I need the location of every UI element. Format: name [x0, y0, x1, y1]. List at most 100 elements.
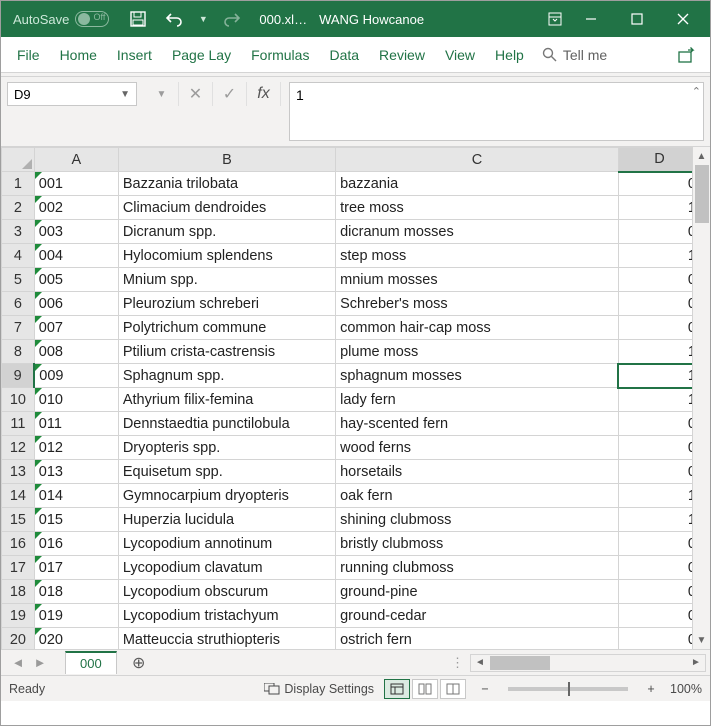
cell[interactable]: dicranum mosses	[336, 220, 619, 244]
row-header[interactable]: 18	[2, 580, 35, 604]
cell[interactable]: Pleurozium schreberi	[118, 292, 335, 316]
row-header[interactable]: 7	[2, 316, 35, 340]
cell[interactable]: 0	[618, 532, 700, 556]
tab-page-layout[interactable]: Page Lay	[162, 37, 241, 73]
cell[interactable]: oak fern	[336, 484, 619, 508]
cell[interactable]: ostrich fern	[336, 628, 619, 650]
view-page-layout-button[interactable]	[412, 679, 438, 699]
cell[interactable]: Hylocomium splendens	[118, 244, 335, 268]
tab-view[interactable]: View	[435, 37, 485, 73]
row-header[interactable]: 5	[2, 268, 35, 292]
cell[interactable]: lady fern	[336, 388, 619, 412]
cell[interactable]: 0	[618, 412, 700, 436]
formula-input[interactable]: 1 ⌃	[289, 82, 704, 141]
cell[interactable]: 005	[34, 268, 118, 292]
cell[interactable]: Ptilium crista-castrensis	[118, 340, 335, 364]
vertical-scrollbar[interactable]: ▲ ▼	[692, 147, 710, 649]
share-button[interactable]	[670, 40, 704, 70]
cell[interactable]: step moss	[336, 244, 619, 268]
spreadsheet-grid[interactable]: A B C D 1001Bazzania trilobatabazzania02…	[1, 147, 710, 649]
cell[interactable]: Schreber's moss	[336, 292, 619, 316]
cell[interactable]: 0	[618, 220, 700, 244]
cell[interactable]: 0	[618, 172, 700, 196]
tab-data[interactable]: Data	[319, 37, 369, 73]
cell[interactable]: Lycopodium obscurum	[118, 580, 335, 604]
scroll-down-icon[interactable]: ▼	[693, 631, 710, 649]
tab-home[interactable]: Home	[50, 37, 107, 73]
cell[interactable]: running clubmoss	[336, 556, 619, 580]
zoom-out-button[interactable]: −	[476, 682, 494, 696]
col-header-c[interactable]: C	[336, 148, 619, 172]
cell[interactable]: Gymnocarpium dryopteris	[118, 484, 335, 508]
cell[interactable]: Dryopteris spp.	[118, 436, 335, 460]
hscroll-thumb[interactable]	[490, 656, 550, 670]
cell[interactable]: 1	[618, 364, 700, 388]
cell[interactable]: hay-scented fern	[336, 412, 619, 436]
cell[interactable]: 1	[618, 196, 700, 220]
cell[interactable]: 1	[618, 340, 700, 364]
cell[interactable]: Equisetum spp.	[118, 460, 335, 484]
cell[interactable]: 006	[34, 292, 118, 316]
zoom-slider[interactable]	[508, 687, 628, 691]
scroll-thumb[interactable]	[695, 165, 709, 223]
cell[interactable]: Mnium spp.	[118, 268, 335, 292]
undo-icon[interactable]	[161, 6, 187, 32]
cell[interactable]: bazzania	[336, 172, 619, 196]
row-header[interactable]: 2	[2, 196, 35, 220]
tell-me-search[interactable]: Tell me	[534, 47, 615, 63]
horizontal-scrollbar[interactable]: ◄ ►	[470, 654, 706, 672]
cell[interactable]: ground-cedar	[336, 604, 619, 628]
row-header[interactable]: 9	[2, 364, 35, 388]
zoom-in-button[interactable]: +	[642, 682, 660, 696]
row-header[interactable]: 15	[2, 508, 35, 532]
redo-icon[interactable]	[219, 6, 245, 32]
cell[interactable]: plume moss	[336, 340, 619, 364]
cell[interactable]: 004	[34, 244, 118, 268]
cell[interactable]: tree moss	[336, 196, 619, 220]
cell[interactable]: 012	[34, 436, 118, 460]
cell[interactable]: Lycopodium annotinum	[118, 532, 335, 556]
row-header[interactable]: 8	[2, 340, 35, 364]
cell[interactable]: 1	[618, 244, 700, 268]
cell[interactable]: mnium mosses	[336, 268, 619, 292]
autosave-toggle[interactable]: AutoSave	[5, 11, 117, 27]
cell[interactable]: ground-pine	[336, 580, 619, 604]
tab-help[interactable]: Help	[485, 37, 534, 73]
cell[interactable]: 0	[618, 556, 700, 580]
undo-dropdown-icon[interactable]: ▼	[197, 6, 209, 32]
cell[interactable]: shining clubmoss	[336, 508, 619, 532]
zoom-level[interactable]: 100%	[670, 682, 702, 696]
display-settings-button[interactable]: Display Settings	[264, 682, 374, 696]
tab-formulas[interactable]: Formulas	[241, 37, 319, 73]
col-header-d[interactable]: D	[618, 148, 700, 172]
row-header[interactable]: 11	[2, 412, 35, 436]
cell[interactable]: 003	[34, 220, 118, 244]
tab-file[interactable]: File	[7, 37, 50, 73]
minimize-button[interactable]	[568, 1, 614, 37]
row-header[interactable]: 6	[2, 292, 35, 316]
cell[interactable]: 1	[618, 484, 700, 508]
cell[interactable]: 0	[618, 436, 700, 460]
cell[interactable]: Climacium dendroides	[118, 196, 335, 220]
row-header[interactable]: 4	[2, 244, 35, 268]
row-header[interactable]: 17	[2, 556, 35, 580]
cell[interactable]: 020	[34, 628, 118, 650]
cell[interactable]: bristly clubmoss	[336, 532, 619, 556]
formula-dropdown-icon[interactable]: ▼	[145, 82, 179, 106]
row-header[interactable]: 1	[2, 172, 35, 196]
maximize-button[interactable]	[614, 1, 660, 37]
cell[interactable]: sphagnum mosses	[336, 364, 619, 388]
cell[interactable]: 0	[618, 604, 700, 628]
cell[interactable]: 0	[618, 292, 700, 316]
row-header[interactable]: 3	[2, 220, 35, 244]
hscroll-right-icon[interactable]: ►	[687, 655, 705, 671]
cell[interactable]: Athyrium filix-femina	[118, 388, 335, 412]
cell[interactable]: 013	[34, 460, 118, 484]
close-button[interactable]	[660, 1, 706, 37]
cell[interactable]: Dennstaedtia punctilobula	[118, 412, 335, 436]
cell[interactable]: 0	[618, 628, 700, 650]
sheet-next-icon[interactable]: ►	[29, 655, 51, 670]
col-header-a[interactable]: A	[34, 148, 118, 172]
cell[interactable]: Dicranum spp.	[118, 220, 335, 244]
cell[interactable]: Sphagnum spp.	[118, 364, 335, 388]
